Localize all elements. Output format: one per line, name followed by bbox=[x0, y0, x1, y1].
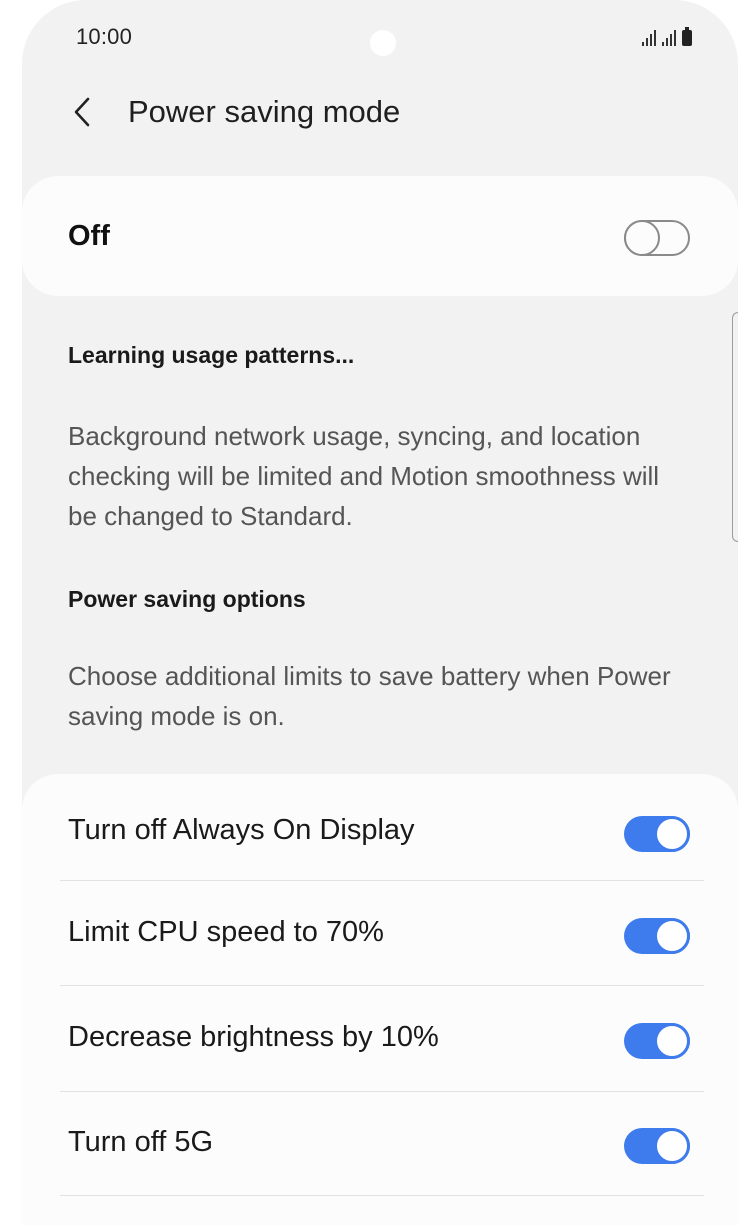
option-label: Limit CPU speed to 70% bbox=[68, 916, 384, 948]
option-turn-off-5g[interactable]: Turn off 5G bbox=[22, 1092, 738, 1196]
toggle-knob bbox=[654, 816, 690, 852]
status-bar: 10:00 bbox=[22, 0, 738, 80]
signal-icon bbox=[642, 30, 656, 46]
option-turn-off-aod[interactable]: Turn off Always On Display bbox=[22, 780, 738, 884]
options-description: Choose additional limits to save battery… bbox=[68, 661, 671, 731]
option-label: Turn off Always On Display bbox=[68, 814, 415, 846]
status-icons bbox=[642, 24, 692, 46]
chevron-left-icon bbox=[74, 97, 90, 127]
power-saving-options-card: Turn off Always On Display Limit CPU spe… bbox=[22, 774, 738, 1225]
phone-screen: 10:00 Power saving mode Off Learning usa… bbox=[22, 0, 738, 1225]
option-toggle[interactable] bbox=[624, 816, 690, 852]
master-switch-toggle[interactable] bbox=[624, 220, 690, 256]
divider bbox=[60, 985, 704, 986]
battery-icon bbox=[682, 27, 692, 46]
toggle-knob bbox=[654, 1023, 690, 1059]
app-header: Power saving mode bbox=[22, 84, 738, 140]
divider bbox=[60, 1195, 704, 1196]
master-switch-card[interactable]: Off bbox=[22, 176, 738, 296]
option-toggle[interactable] bbox=[624, 1023, 690, 1059]
learning-heading: Learning usage patterns... bbox=[68, 342, 355, 368]
status-time: 10:00 bbox=[76, 24, 133, 49]
toggle-knob bbox=[654, 1128, 690, 1164]
option-limit-cpu[interactable]: Limit CPU speed to 70% bbox=[22, 882, 738, 986]
toggle-knob bbox=[654, 918, 690, 954]
learning-description: Background network usage, syncing, and l… bbox=[68, 421, 660, 531]
option-toggle[interactable] bbox=[624, 918, 690, 954]
option-label: Turn off 5G bbox=[68, 1126, 214, 1158]
master-switch-label: Off bbox=[68, 220, 110, 252]
back-button[interactable] bbox=[62, 92, 102, 132]
front-camera bbox=[370, 30, 396, 56]
toggle-knob bbox=[624, 220, 660, 256]
option-decrease-brightness[interactable]: Decrease brightness by 10% bbox=[22, 987, 738, 1091]
option-toggle[interactable] bbox=[624, 1128, 690, 1164]
option-label: Decrease brightness by 10% bbox=[68, 1021, 439, 1053]
divider bbox=[60, 880, 704, 881]
scroll-indicator[interactable] bbox=[732, 312, 738, 542]
signal-icon bbox=[662, 30, 676, 46]
page-title: Power saving mode bbox=[128, 94, 401, 129]
options-heading: Power saving options bbox=[68, 586, 306, 612]
